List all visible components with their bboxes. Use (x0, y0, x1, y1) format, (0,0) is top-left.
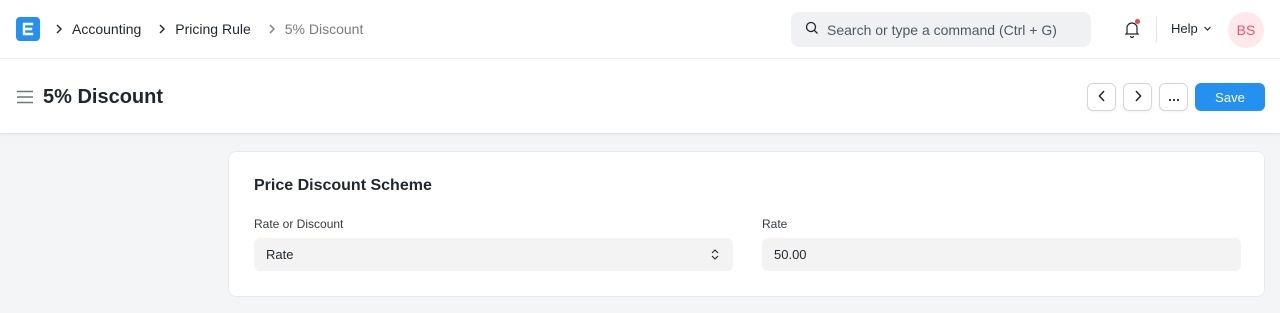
more-actions-button[interactable] (1159, 83, 1188, 111)
rate-or-discount-label: Rate or Discount (254, 217, 344, 231)
chevron-right-icon (267, 24, 277, 34)
next-record-button[interactable] (1123, 83, 1152, 111)
breadcrumb: Accounting Pricing Rule 5% Discount (54, 0, 379, 58)
chevron-left-icon (1097, 89, 1107, 105)
breadcrumb-accounting[interactable]: Accounting (72, 21, 141, 37)
help-label: Help (1171, 21, 1198, 36)
notification-bell-icon[interactable] (1122, 19, 1142, 39)
notification-dot (1135, 19, 1140, 24)
previous-record-button[interactable] (1087, 83, 1116, 111)
rate-label: Rate (762, 217, 788, 231)
help-dropdown[interactable]: Help (1171, 21, 1212, 36)
select-arrows-icon (711, 248, 719, 264)
breadcrumb-current: 5% Discount (284, 21, 364, 37)
sidebar-toggle-icon[interactable] (17, 90, 33, 107)
chevron-down-icon (1203, 21, 1212, 36)
rate-input[interactable]: 50.00 (762, 238, 1241, 271)
rate-or-discount-select[interactable]: Rate (254, 238, 733, 271)
search-bar[interactable] (791, 12, 1091, 47)
avatar[interactable]: BS (1228, 12, 1264, 48)
page-header: 5% Discount Save (0, 59, 1280, 134)
save-button[interactable]: Save (1195, 83, 1265, 111)
chevron-right-icon (157, 24, 167, 34)
chevron-right-icon (54, 24, 64, 34)
navbar: Accounting Pricing Rule 5% Discount Help… (0, 0, 1280, 59)
navbar-divider (1156, 16, 1157, 42)
form-section-card: Price Discount Scheme Rate or Discount R… (228, 151, 1265, 297)
breadcrumb-pricing-rule[interactable]: Pricing Rule (175, 21, 250, 37)
search-input[interactable] (827, 21, 1077, 38)
ellipsis-icon (1168, 90, 1180, 105)
rate-or-discount-value: Rate (266, 247, 294, 262)
rate-value: 50.00 (774, 247, 807, 262)
section-title: Price Discount Scheme (254, 177, 432, 194)
app-logo-icon[interactable] (16, 17, 40, 41)
chevron-right-icon (1133, 89, 1143, 105)
search-icon (805, 21, 827, 38)
page-title: 5% Discount (43, 86, 164, 108)
